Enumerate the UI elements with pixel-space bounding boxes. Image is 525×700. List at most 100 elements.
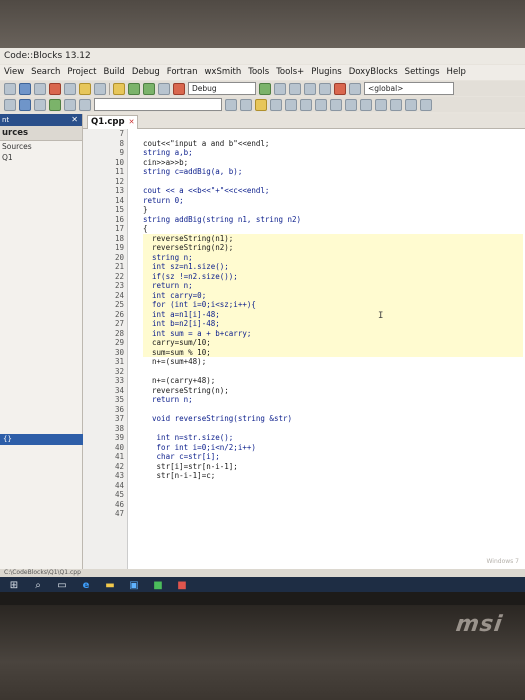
- edge-browser-icon[interactable]: e: [78, 580, 94, 591]
- code-line[interactable]: [143, 509, 523, 519]
- code-line[interactable]: [143, 500, 523, 510]
- zoom-in-icon[interactable]: [405, 98, 417, 111]
- menu-tools[interactable]: Tools: [248, 65, 269, 80]
- search-symbol-icon[interactable]: [270, 98, 282, 111]
- task-view-icon[interactable]: ▭: [54, 580, 70, 591]
- debug-stop-icon[interactable]: [334, 82, 346, 95]
- doc2-icon[interactable]: [300, 98, 312, 111]
- code-line[interactable]: n+=(carry+48);: [143, 376, 523, 386]
- tree-item-sources[interactable]: Sources: [0, 141, 82, 152]
- code-line[interactable]: cout<<"input a and b"<<endl;: [143, 139, 523, 149]
- code-line[interactable]: carry=sum/10;: [143, 338, 523, 348]
- debug-run-icon[interactable]: [259, 82, 271, 95]
- open-file-icon[interactable]: [19, 82, 31, 95]
- abort-icon[interactable]: [173, 82, 185, 95]
- code-line[interactable]: [143, 424, 523, 434]
- menu-help[interactable]: Help: [447, 65, 466, 80]
- menu-wxsmith[interactable]: wxSmith: [204, 65, 241, 80]
- code-line[interactable]: [143, 129, 523, 139]
- function-select[interactable]: [94, 98, 222, 111]
- start-icon[interactable]: ⊞: [6, 580, 22, 591]
- menu-doxyblocks[interactable]: DoxyBlocks: [349, 65, 398, 80]
- code-line[interactable]: string addBig(string n1, string n2): [143, 215, 523, 225]
- code-line[interactable]: int a=n1[i]-48;: [143, 309, 523, 319]
- debug-windows-icon[interactable]: [349, 82, 361, 95]
- scope-select[interactable]: <global>: [364, 82, 454, 95]
- debug-step-into-icon[interactable]: [304, 82, 316, 95]
- rebuild-icon[interactable]: [158, 82, 170, 95]
- app-taskbar-icon[interactable]: ■: [174, 580, 190, 591]
- code-line[interactable]: int sum = a + b+carry;: [143, 328, 523, 338]
- menu-tools-plus[interactable]: Tools+: [276, 65, 304, 80]
- highlight-icon[interactable]: [255, 98, 267, 111]
- file-tab-q1[interactable]: Q1.cpp ✕: [87, 115, 139, 129]
- comment-icon[interactable]: [4, 98, 16, 111]
- code-line[interactable]: cin>>a>>b;: [143, 158, 523, 168]
- code-line[interactable]: int n=str.size();: [143, 433, 523, 443]
- file-explorer-icon[interactable]: ▬: [102, 580, 118, 591]
- arrow-left-icon[interactable]: [225, 98, 237, 111]
- search-icon[interactable]: ⌕: [30, 580, 46, 591]
- doc3-icon[interactable]: [315, 98, 327, 111]
- build-run-icon[interactable]: [143, 82, 155, 95]
- code-line[interactable]: reverseString(n2);: [143, 243, 523, 253]
- code-line[interactable]: void reverseString(string &str): [143, 414, 523, 424]
- bookmark-icon[interactable]: [49, 98, 61, 111]
- jump-back-icon[interactable]: [19, 98, 31, 111]
- debug-step-out-icon[interactable]: [319, 82, 331, 95]
- build-icon[interactable]: [113, 82, 125, 95]
- layout2-icon[interactable]: [375, 98, 387, 111]
- code-line[interactable]: str[n-i-1]=c;: [143, 471, 523, 481]
- code-line[interactable]: cout << a <<b<<"+"<<c<<endl;: [143, 186, 523, 196]
- code-line[interactable]: string c=addBig(a, b);: [143, 167, 523, 177]
- code-line[interactable]: [143, 481, 523, 491]
- debug-step-icon[interactable]: [274, 82, 286, 95]
- code-line[interactable]: int b=n2[i]-48;: [143, 319, 523, 329]
- code-line[interactable]: int sz=n1.size();: [143, 262, 523, 272]
- code-line[interactable]: return n;: [143, 281, 523, 291]
- build-target-select[interactable]: Debug: [188, 82, 256, 95]
- code-area[interactable]: cout<<"input a and b"<<endl; string a,b; c…: [143, 129, 523, 569]
- layout1-icon[interactable]: [360, 98, 372, 111]
- code-line[interactable]: reverseString(n);: [143, 386, 523, 396]
- code-line[interactable]: [143, 405, 523, 415]
- code-line[interactable]: return 0;: [143, 196, 523, 206]
- code-line[interactable]: }: [143, 205, 523, 215]
- tab-projects[interactable]: urces: [0, 126, 82, 141]
- copy-icon[interactable]: [79, 82, 91, 95]
- save-icon[interactable]: [34, 82, 46, 95]
- close-panel-icon[interactable]: ✕: [71, 114, 78, 126]
- menu-build[interactable]: Build: [103, 65, 124, 80]
- new-file-icon[interactable]: [4, 82, 16, 95]
- next-bookmark-icon[interactable]: [79, 98, 91, 111]
- code-line[interactable]: for (int i=0;i<sz;i++){: [143, 300, 523, 310]
- close-tab-icon[interactable]: ✕: [129, 118, 135, 126]
- doc5-icon[interactable]: [345, 98, 357, 111]
- paste-icon[interactable]: [94, 82, 106, 95]
- menu-settings[interactable]: Settings: [405, 65, 440, 80]
- code-line[interactable]: str[i]=str[n-i-1];: [143, 462, 523, 472]
- code-line[interactable]: string a,b;: [143, 148, 523, 158]
- menu-project[interactable]: Project: [67, 65, 96, 80]
- menu-plugins[interactable]: Plugins: [311, 65, 341, 80]
- symbol-browser-item[interactable]: {}: [0, 434, 85, 445]
- code-line[interactable]: sum=sum % 10;: [143, 347, 523, 357]
- menu-fortran[interactable]: Fortran: [167, 65, 198, 80]
- close-icon[interactable]: [49, 82, 61, 95]
- doc4-icon[interactable]: [330, 98, 342, 111]
- tree-item-q1[interactable]: Q1: [0, 152, 82, 163]
- code-line[interactable]: [143, 490, 523, 500]
- zoom-out-icon[interactable]: [420, 98, 432, 111]
- doc-icon[interactable]: [285, 98, 297, 111]
- code-line[interactable]: n+=(sum+48);: [143, 357, 523, 367]
- code-line[interactable]: return n;: [143, 395, 523, 405]
- code-line[interactable]: [143, 177, 523, 187]
- jump-forward-icon[interactable]: [34, 98, 46, 111]
- code-line[interactable]: int carry=0;: [143, 290, 523, 300]
- code-line[interactable]: {: [143, 224, 523, 234]
- code-line[interactable]: if(sz !=n2.size());: [143, 271, 523, 281]
- menu-debug[interactable]: Debug: [132, 65, 160, 80]
- run-icon[interactable]: [128, 82, 140, 95]
- menu-view[interactable]: View: [4, 65, 24, 80]
- code-line[interactable]: char c=str[i];: [143, 452, 523, 462]
